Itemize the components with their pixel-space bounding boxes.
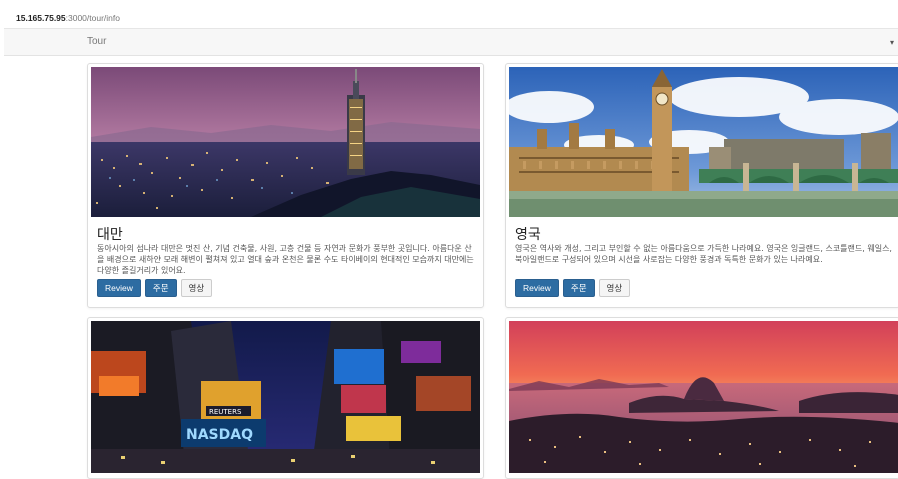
photo-taipei — [91, 67, 480, 217]
card-description: 영국은 역사와 개성, 그리고 부인할 수 없는 아름다움으로 가득한 나라예요… — [515, 244, 892, 264]
svg-text:REUTERS: REUTERS — [209, 408, 242, 416]
navbar: Tour ▾ — [4, 28, 898, 56]
video-button[interactable]: 영상 — [180, 279, 213, 297]
tour-card-uk: 영국 영국은 역사와 개성, 그리고 부인할 수 없는 아름다움으로 가득한 나… — [505, 63, 898, 308]
tour-card-new-york: NASDAQ REUTERS — [87, 317, 484, 479]
tour-card-taiwan: 대만 동아시아의 섬나라 대만은 멋진 산, 기념 건축물, 사원, 고층 건물… — [87, 63, 484, 308]
svg-text:NASDAQ: NASDAQ — [186, 427, 253, 443]
card-actions: Review 주문 영상 — [515, 279, 631, 297]
url-text[interactable]: 15.165.75.95:3000/tour/info — [16, 13, 120, 23]
tour-card-rio — [505, 317, 898, 479]
caret-down-icon[interactable]: ▾ — [890, 38, 898, 47]
photo-rio-sunset — [509, 321, 898, 473]
review-button[interactable]: Review — [515, 279, 559, 297]
photo-times-square: NASDAQ REUTERS — [91, 321, 480, 473]
photo-london — [509, 67, 898, 217]
nav-brand[interactable]: Tour — [87, 36, 106, 47]
video-button[interactable]: 영상 — [598, 279, 631, 297]
order-button[interactable]: 주문 — [562, 279, 595, 297]
review-button[interactable]: Review — [97, 279, 141, 297]
card-actions: Review 주문 영상 — [97, 279, 213, 297]
card-title: 대만 — [97, 227, 123, 243]
order-button[interactable]: 주문 — [144, 279, 177, 297]
address-bar[interactable]: 15.165.75.95:3000/tour/info — [0, 0, 898, 28]
card-description: 동아시아의 섬나라 대만은 멋진 산, 기념 건축물, 사원, 고층 건물 등 … — [97, 244, 474, 275]
card-title: 영국 — [515, 227, 541, 243]
